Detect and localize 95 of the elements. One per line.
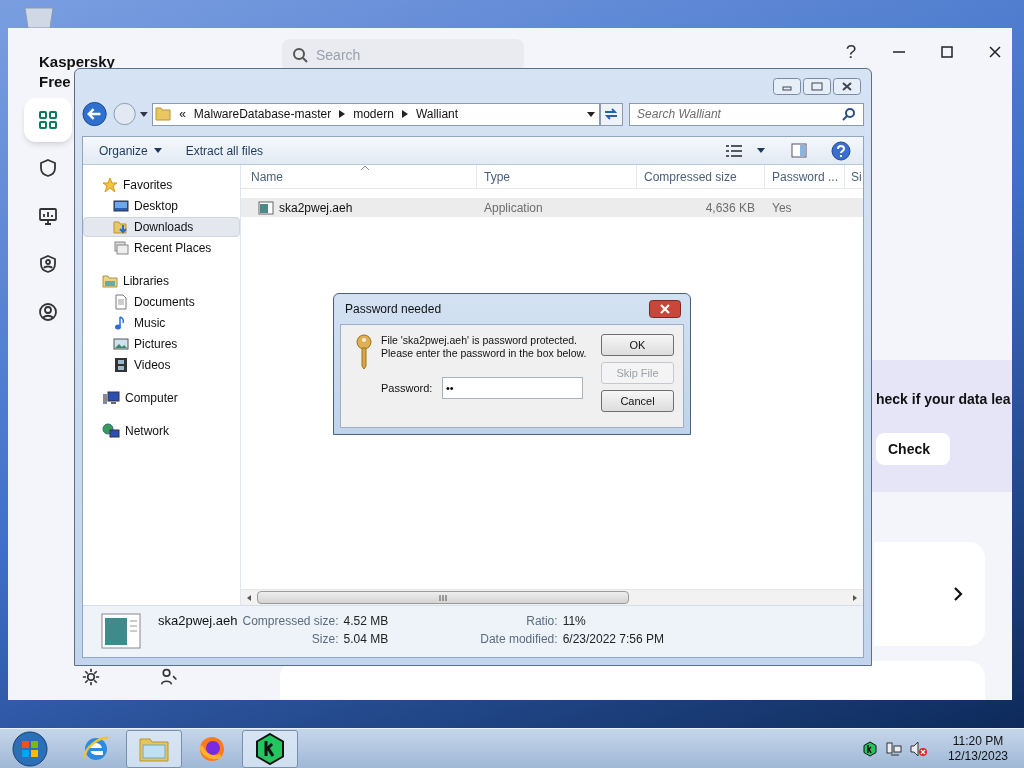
close-icon[interactable]: [649, 300, 681, 318]
speaker-muted-icon[interactable]: [909, 740, 928, 757]
check-button[interactable]: Check: [876, 433, 950, 466]
column-header[interactable]: Name: [241, 165, 477, 188]
nav-item[interactable]: Pictures: [83, 334, 240, 354]
shield-user-icon: [38, 254, 58, 274]
recent-places-icon: [113, 240, 129, 256]
table-cell-text: Application: [483, 199, 544, 217]
grid-icon: [38, 110, 58, 130]
search-icon: [842, 107, 856, 121]
monitor-icon: [38, 206, 58, 226]
view-list-icon[interactable]: [725, 143, 743, 158]
application-icon: [101, 613, 141, 649]
caret-icon: [153, 148, 162, 153]
address-bar[interactable]: « MalwareDatabase-master modern Walliant: [152, 102, 600, 126]
key-icon: [355, 334, 373, 370]
network-icon: [102, 423, 120, 439]
detail-label: Size:: [310, 631, 339, 648]
folder-icon: [155, 106, 172, 122]
caret-icon[interactable]: [757, 148, 765, 153]
history-caret-icon[interactable]: [140, 111, 149, 117]
column-header[interactable]: Password ...: [765, 165, 845, 188]
password-label: Password:: [381, 380, 434, 396]
nav-item[interactable]: Desktop: [83, 196, 240, 216]
nav-item[interactable]: Computer: [83, 388, 240, 408]
document-icon: [113, 294, 129, 310]
film-icon: [113, 357, 129, 373]
detail-value: 11%: [562, 613, 587, 630]
dialog-message: File 'ska2pwej.aeh' is password protected. Please enter the password in the box below.: [381, 334, 588, 360]
desktop-icon: [113, 198, 129, 214]
nav-item[interactable]: Recent Places: [83, 238, 240, 258]
detail-label: Compressed size:: [242, 613, 339, 630]
toolbar-button[interactable]: Organize: [99, 141, 162, 160]
search-field[interactable]: Search Walliant: [629, 102, 864, 126]
person-icon[interactable]: [160, 668, 178, 686]
picture-icon: [113, 336, 129, 352]
file-name: ska2pwej.aeh: [158, 612, 238, 630]
dropdown-icon[interactable]: [586, 111, 595, 117]
app-title: Kaspersky Free: [39, 52, 116, 92]
breadcrumb-item[interactable]: modern: [353, 105, 394, 123]
table-cell: ska2pwej.aeh: [241, 198, 477, 217]
shield-icon: [38, 158, 58, 178]
chevron-right-icon: [401, 110, 408, 118]
library-icon: [102, 273, 118, 289]
detail-value: 6/23/2022 7:56 PM: [562, 631, 665, 648]
user-icon: [38, 302, 58, 322]
nav-item[interactable]: [24, 98, 72, 142]
nav-item[interactable]: Downloads: [83, 217, 240, 237]
back-icon[interactable]: [82, 101, 110, 127]
dialog-button[interactable]: OK: [601, 334, 674, 356]
taskbar-button[interactable]: [242, 729, 298, 768]
dialog-title: Password needed: [345, 301, 442, 318]
help-button[interactable]: ?: [842, 37, 860, 67]
refresh-button[interactable]: [599, 102, 624, 126]
computer-icon: [102, 390, 120, 406]
chevron-right-icon: [339, 110, 346, 118]
column-header[interactable]: Compressed size: [637, 165, 765, 188]
file-row[interactable]: ska2pwej.aeh Application 4,636 KB Yes: [241, 198, 863, 217]
nav-item[interactable]: Libraries: [83, 271, 240, 291]
grip-icon: [439, 594, 447, 601]
table-cell-text: 4,636 KB: [704, 199, 756, 217]
clock[interactable]: 11:20 PM 12/13/2023: [947, 733, 1008, 764]
breadcrumb-overflow[interactable]: «: [179, 105, 186, 123]
nav-item[interactable]: Documents: [83, 292, 240, 312]
hexagon-k-icon[interactable]: [861, 740, 878, 757]
search-icon: [292, 47, 308, 64]
table-cell-text: Yes: [771, 199, 793, 217]
nav-item[interactable]: Music: [83, 313, 240, 333]
application-icon: [258, 200, 274, 215]
refresh-icon: [603, 107, 620, 121]
detail-label: Ratio:: [525, 613, 558, 630]
detail-value: 4.52 MB: [343, 613, 389, 630]
network-icon[interactable]: [885, 740, 902, 757]
detail-label: Date modified:: [480, 631, 558, 648]
star-icon: [102, 177, 118, 193]
toolbar-button[interactable]: Extract all files: [185, 141, 264, 160]
preview-pane-icon[interactable]: [791, 143, 807, 158]
breadcrumb-item[interactable]: Walliant: [415, 105, 459, 123]
minimize-icon[interactable]: [773, 77, 801, 95]
folder-download-icon: [113, 219, 129, 235]
nav-item[interactable]: Videos: [83, 355, 240, 375]
breadcrumb-item[interactable]: MalwareDatabase-master: [193, 105, 332, 123]
close-icon[interactable]: [833, 77, 861, 95]
dialog-button[interactable]: Cancel: [601, 390, 674, 412]
help-icon[interactable]: [831, 140, 851, 161]
detail-value: 5.04 MB: [343, 631, 389, 648]
chevron-right-icon: [953, 587, 963, 602]
nav-item[interactable]: Network: [83, 421, 240, 441]
scrollbar-thumb[interactable]: [257, 591, 629, 604]
password-field[interactable]: ••: [442, 377, 583, 399]
column-header[interactable]: Type: [477, 165, 637, 188]
column-header[interactable]: Si: [845, 165, 863, 188]
nav-item[interactable]: Favorites: [83, 175, 240, 195]
banner-text: heck if your data lea: [876, 390, 1012, 410]
hexagon-k-icon: [255, 732, 285, 765]
